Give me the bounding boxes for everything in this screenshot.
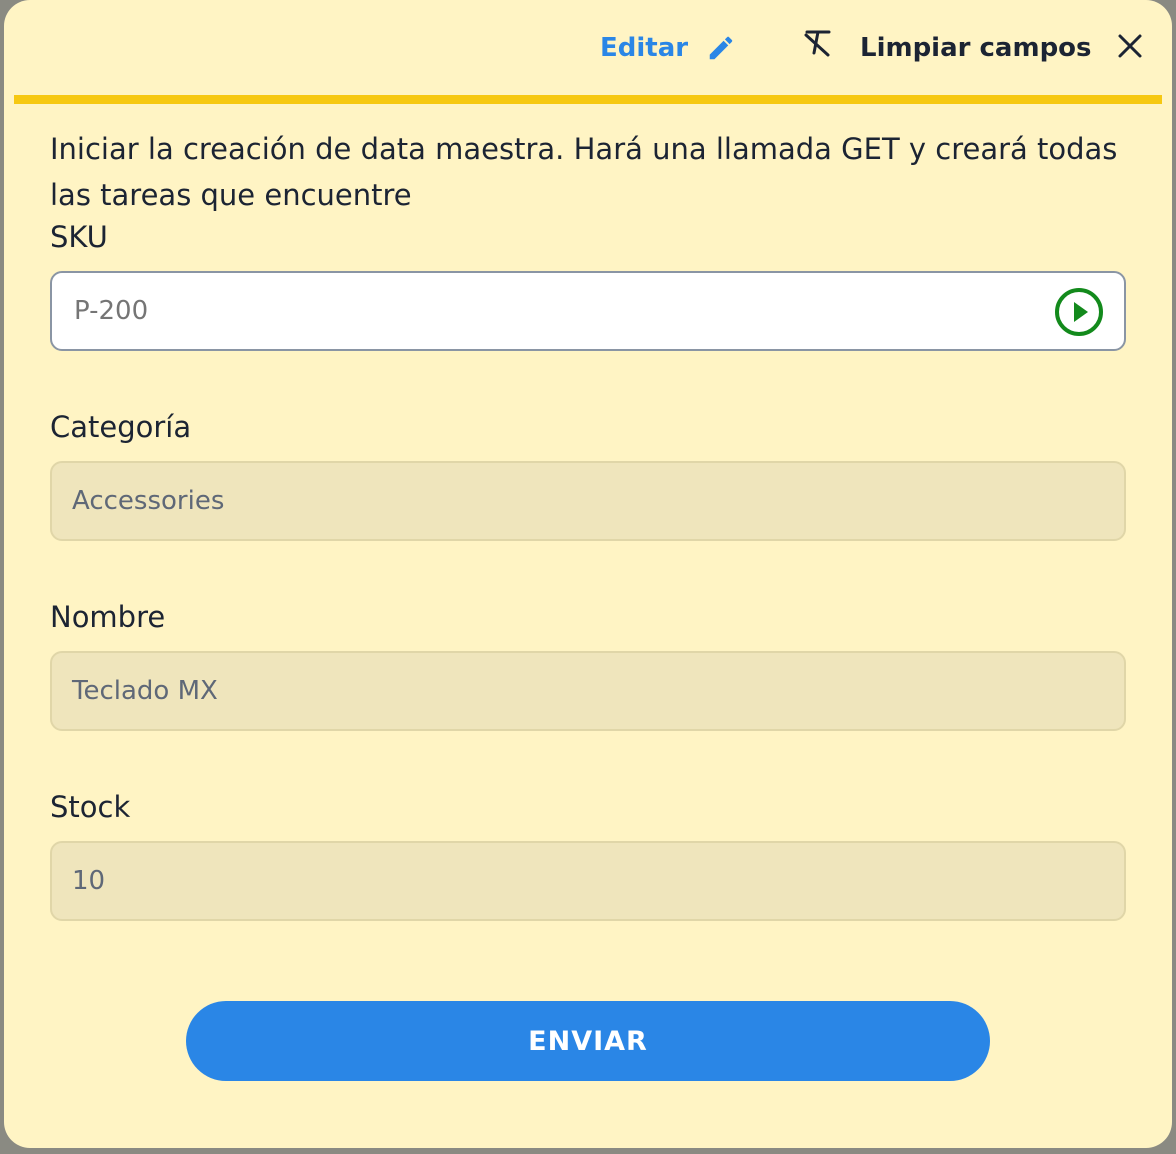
pencil-icon	[709, 36, 733, 60]
stock-field: 10	[50, 841, 1126, 921]
close-icon	[1118, 34, 1142, 58]
category-label: Categoría	[50, 410, 192, 444]
play-circle-icon[interactable]	[1054, 287, 1104, 337]
sku-label: SKU	[50, 220, 108, 254]
edit-label: Editar	[600, 33, 689, 63]
header-divider	[14, 95, 1162, 104]
name-label: Nombre	[50, 600, 166, 634]
category-field: Accessories	[50, 461, 1126, 541]
clear-fields-button[interactable]: Limpiar campos	[802, 26, 1092, 70]
sku-field	[50, 271, 1126, 351]
master-data-modal: Editar Limpiar campos Iniciar la creació…	[4, 0, 1172, 1148]
clear-format-icon	[804, 30, 831, 57]
close-button[interactable]	[1116, 32, 1144, 60]
stock-value: 10	[72, 866, 106, 896]
name-value: Teclado MX	[72, 676, 218, 706]
category-value: Accessories	[72, 486, 225, 516]
stock-label: Stock	[50, 790, 131, 824]
form-description: Iniciar la creación de data maestra. Har…	[50, 132, 1118, 212]
edit-button[interactable]: Editar	[600, 26, 736, 70]
clear-fields-label: Limpiar campos	[860, 33, 1092, 63]
sku-input[interactable]	[72, 295, 1036, 327]
modal-header: Editar Limpiar campos	[4, 0, 1172, 95]
name-field: Teclado MX	[50, 651, 1126, 731]
submit-button[interactable]: ENVIAR	[186, 1001, 990, 1081]
